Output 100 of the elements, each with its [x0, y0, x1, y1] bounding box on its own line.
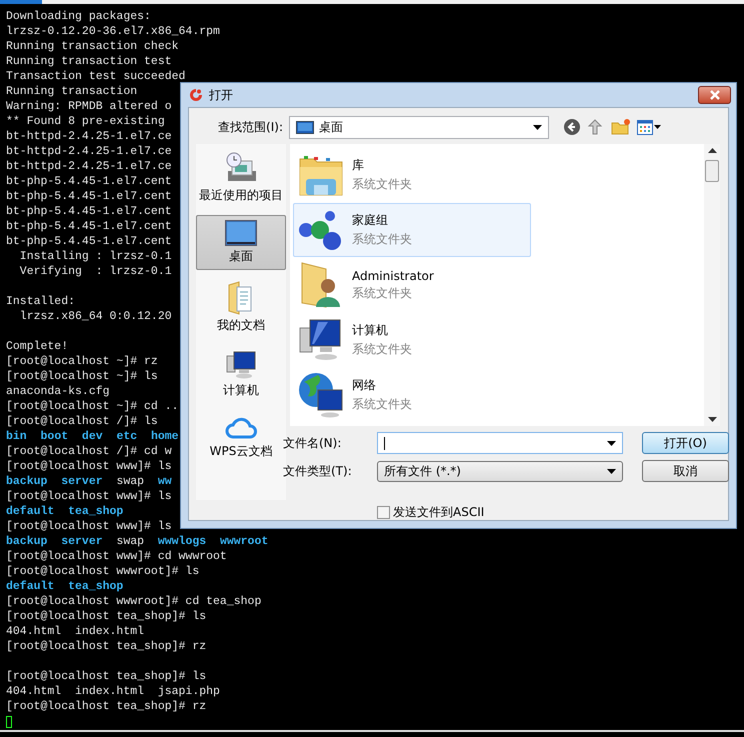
terminal-line: bt-httpd-2.4.25-1.el7.ce	[6, 129, 172, 144]
file-name: swap	[116, 474, 144, 489]
terminal-line: Running transaction test	[6, 54, 172, 69]
directory-name: wwwroot	[220, 534, 268, 549]
window-title: 打开	[209, 86, 234, 104]
directory-name: home	[150, 429, 179, 444]
terminal-line: lrzsz-0.12.20-36.el7.x86_64.rpm	[6, 24, 220, 39]
terminal-line: bt-php-5.4.45-1.el7.cent	[6, 204, 172, 219]
file-name: index.html	[75, 624, 144, 639]
file-item[interactable]: Administrator 系统文件夹	[293, 258, 531, 312]
terminal-line: [root@localhost www]# ls	[6, 489, 172, 504]
terminal-line: Warning: RPMDB altered o	[6, 99, 172, 114]
directory-name: backup	[6, 474, 48, 489]
terminal-line: [root@localhost tea_shop]# rz	[6, 639, 206, 654]
caret-icon	[607, 440, 616, 446]
terminal-line: Installing : lrzsz-0.1	[18, 249, 172, 264]
file-item[interactable]: 家庭组 系统文件夹	[293, 203, 531, 257]
terminal-line: bt-httpd-2.4.25-1.el7.ce	[6, 144, 172, 159]
directory-name: tea_shop	[68, 579, 124, 594]
back-icon[interactable]	[563, 118, 581, 136]
file-name: 家庭组	[352, 212, 389, 229]
terminal-line: Running transaction	[6, 84, 138, 99]
terminal-line: [root@localhost /]# cd w	[6, 444, 172, 459]
terminal-line: bt-php-5.4.45-1.el7.cent	[6, 234, 172, 249]
file-item[interactable]: 网络 系统文件夹	[293, 368, 531, 422]
directory-name: boot	[40, 429, 68, 444]
terminal-line: [root@localhost ~]# cd ..	[6, 399, 179, 414]
scroll-thumb[interactable]	[705, 160, 719, 182]
place-item[interactable]: 桌面	[196, 215, 286, 270]
terminal-line: bt-php-5.4.45-1.el7.cent	[6, 219, 172, 234]
look-in-label: 查找范围(I):	[217, 118, 284, 136]
checkbox[interactable]	[377, 506, 390, 519]
swirl-icon	[188, 88, 204, 102]
file-type-value: 所有文件 (*.*)	[384, 462, 462, 480]
terminal-line: [root@localhost tea_shop]# ls	[6, 669, 206, 684]
place-label: 计算机	[223, 382, 259, 399]
file-name: 404.html	[6, 684, 62, 699]
directory-name: default	[6, 579, 54, 594]
file-type: 系统文件夹	[352, 396, 412, 413]
terminal-line: bt-php-5.4.45-1.el7.cent	[6, 174, 172, 189]
desktop-icon	[225, 220, 257, 246]
place-item[interactable]: 计算机	[196, 345, 286, 404]
up-folder-icon[interactable]	[587, 118, 605, 136]
directory-name: bin	[6, 429, 27, 444]
terminal-line: [root@localhost www]# cd wwwroot	[6, 549, 227, 564]
file-name: Administrator	[352, 268, 434, 282]
close-button[interactable]	[698, 86, 731, 104]
file-type-dropdown[interactable]: 所有文件 (*.*)	[377, 460, 623, 482]
terminal-line: bt-php-5.4.45-1.el7.cent	[6, 189, 172, 204]
look-in-dropdown[interactable]: 桌面	[289, 116, 549, 138]
file-item[interactable]: 计算机 系统文件夹	[293, 313, 531, 367]
new-folder-icon[interactable]	[611, 118, 631, 136]
cloud-icon	[224, 415, 258, 441]
terminal-line: [root@localhost wwwroot]# cd tea_shop	[6, 594, 262, 609]
view-menu-icon[interactable]	[637, 120, 661, 134]
computer-icon	[225, 350, 257, 380]
cancel-button[interactable]: 取消	[642, 460, 729, 482]
file-type: 系统文件夹	[352, 284, 413, 302]
terminal-line: [root@localhost /]# ls	[6, 414, 158, 429]
directory-name: backup	[6, 534, 48, 549]
homegroup-icon	[298, 208, 344, 252]
terminal-line: Transaction test succeeded	[6, 69, 186, 84]
place-item[interactable]: 我的文档	[196, 276, 286, 339]
terminal-line: [root@localhost ~]# rz	[6, 354, 158, 369]
place-label: 桌面	[229, 248, 253, 265]
desktop-icon	[296, 120, 314, 134]
file-type-label: 文件类型(T):	[283, 462, 353, 480]
file-name: 计算机	[352, 322, 389, 339]
terminal-line: Downloading packages:	[6, 9, 151, 24]
terminal-line: Running transaction check	[6, 39, 179, 54]
directory-name: default	[6, 504, 54, 519]
terminal-line: Verifying : lrzsz-0.1	[18, 264, 172, 279]
library-folder-icon	[298, 153, 344, 197]
scrollbar[interactable]	[704, 144, 720, 426]
place-item[interactable]: 最近使用的项目	[196, 146, 286, 209]
caret-icon	[607, 468, 616, 474]
scroll-up-icon[interactable]	[708, 148, 716, 153]
file-item[interactable]: 库 系统文件夹	[293, 148, 531, 202]
terminal-line: [root@localhost www]# ls	[6, 519, 172, 534]
file-name-label: 文件名(N):	[283, 434, 342, 452]
terminal-line: [root@localhost tea_shop]# rz	[6, 699, 206, 714]
terminal-line: [root@localhost www]# ls	[6, 459, 172, 474]
scroll-down-icon[interactable]	[708, 417, 716, 422]
place-label: 最近使用的项目	[199, 187, 283, 204]
checkbox-label: 发送文件到ASCII	[393, 504, 484, 521]
terminal-line: Installed:	[6, 294, 76, 309]
look-in-value: 桌面	[319, 118, 344, 136]
close-icon	[708, 90, 720, 100]
terminal-line: [root@localhost wwwroot]# ls	[6, 564, 200, 579]
directory-name: wwwlogs	[158, 534, 206, 549]
caret-icon	[533, 124, 542, 130]
file-name: 库	[352, 157, 365, 174]
terminal-line: lrzsz.x86_64 0:0.12.20	[18, 309, 172, 324]
file-name-field[interactable]	[377, 432, 623, 454]
directory-name: server	[61, 534, 103, 549]
directory-name: tea_shop	[68, 504, 124, 519]
terminal-line: anaconda-ks.cfg	[6, 384, 110, 399]
cursor-icon	[6, 716, 12, 728]
file-name: jsapi.php	[158, 684, 220, 699]
open-button[interactable]: 打开(O)	[642, 432, 729, 454]
